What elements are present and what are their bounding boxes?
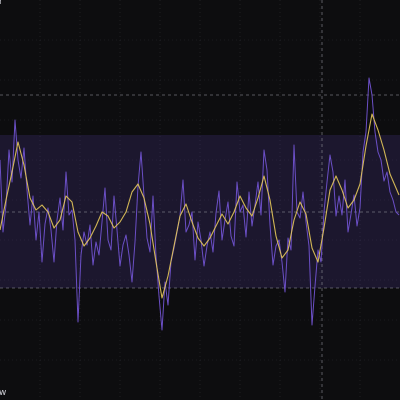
bottom-left-label: w: [0, 388, 7, 398]
line-chart: [0, 0, 400, 400]
shaded-band: [0, 135, 400, 288]
top-left-label: r: [0, 0, 3, 7]
chart-area: r w: [0, 0, 400, 400]
